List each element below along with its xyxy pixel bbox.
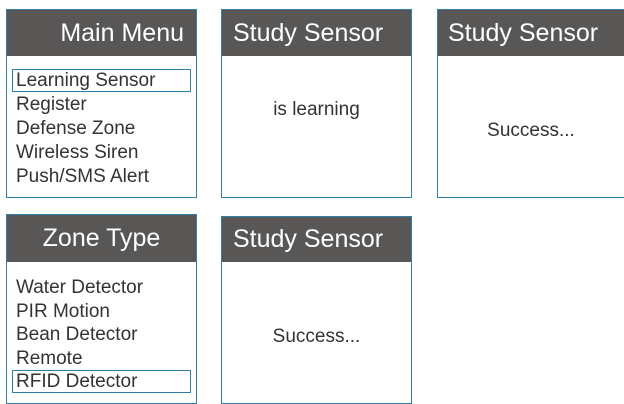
study-sensor-header: Study Sensor xyxy=(222,217,411,262)
zone-item-rfid-detector[interactable]: RFID Detector xyxy=(12,370,191,393)
menu-item-register[interactable]: Register xyxy=(12,93,191,116)
study-sensor-title: Study Sensor xyxy=(233,225,384,253)
zone-item-bean-detector[interactable]: Bean Detector xyxy=(12,323,191,346)
main-menu-title: Main Menu xyxy=(60,18,184,47)
menu-item-learning-sensor[interactable]: Learning Sensor xyxy=(12,69,191,92)
study-sensor-header: Study Sensor xyxy=(222,10,411,56)
study-sensor-learning-panel: Study Sensor is learning xyxy=(221,9,412,198)
zone-item-water-detector[interactable]: Water Detector xyxy=(12,276,191,299)
study-sensor-title: Study Sensor xyxy=(448,18,599,47)
learning-status-text: is learning xyxy=(273,99,360,120)
study-sensor-title: Study Sensor xyxy=(233,18,384,47)
menu-item-defense-zone[interactable]: Defense Zone xyxy=(12,117,191,140)
study-sensor-success-panel: Study Sensor Success... xyxy=(437,9,624,198)
success-status-text: Success... xyxy=(272,326,361,347)
menu-item-wireless-siren[interactable]: Wireless Siren xyxy=(12,141,191,164)
study-sensor-header: Study Sensor xyxy=(438,10,624,56)
zone-type-panel: Zone Type Water Detector PIR Motion Bean… xyxy=(6,214,197,404)
main-menu-header: Main Menu xyxy=(7,10,196,56)
main-menu-panel: Main Menu Learning Sensor Register Defen… xyxy=(6,9,197,198)
zone-item-remote[interactable]: Remote xyxy=(12,347,191,370)
zone-type-title: Zone Type xyxy=(42,224,161,252)
study-sensor-success-panel: Study Sensor Success... xyxy=(221,216,412,404)
zone-type-header: Zone Type xyxy=(7,215,196,262)
menu-item-push-sms-alert[interactable]: Push/SMS Alert xyxy=(12,165,191,188)
success-status-text: Success... xyxy=(487,120,575,141)
zone-item-pir-motion[interactable]: PIR Motion xyxy=(12,300,191,323)
